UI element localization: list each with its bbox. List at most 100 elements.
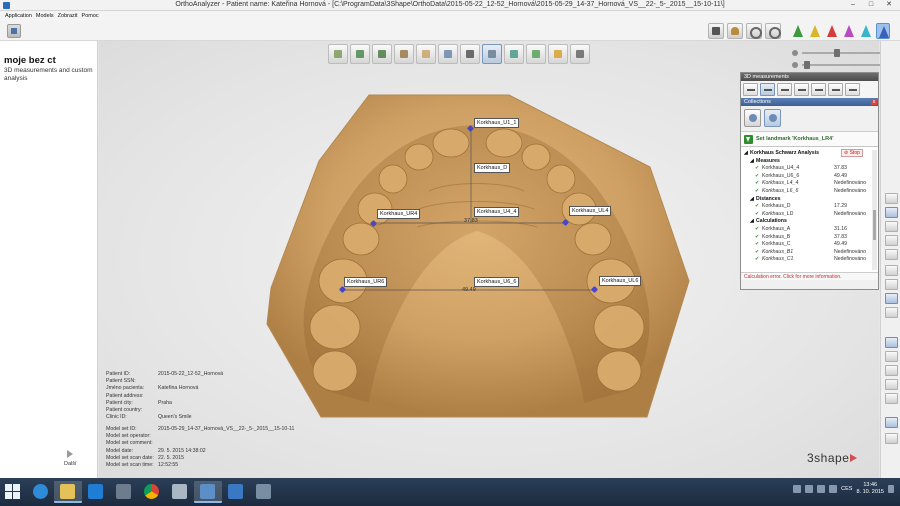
tree-item[interactable]: ✔ Korkhaus_B1 Nedefinováno [741, 249, 878, 257]
minimize-button[interactable]: – [844, 0, 862, 10]
green-color-icon[interactable] [791, 23, 805, 39]
group-calculations[interactable]: ◢ Calculations [741, 218, 878, 226]
rotate-view-icon[interactable] [746, 23, 762, 39]
show-landmarks-icon[interactable] [885, 337, 898, 348]
menu-application[interactable]: Application [3, 11, 34, 21]
tray-flag-icon[interactable] [805, 485, 814, 493]
show-labels-icon[interactable] [885, 365, 898, 376]
set-landmark-row[interactable]: Set landmark 'Korkhaus_LR4' [741, 132, 878, 147]
3d-measure-tool-icon[interactable] [482, 44, 502, 64]
reset-view-icon[interactable] [765, 23, 781, 39]
taskbar-network[interactable] [250, 481, 278, 503]
stop-button[interactable]: Stop [841, 149, 863, 157]
calculation-error-link[interactable]: Calculation error. Click for more inform… [741, 272, 878, 280]
tree-item[interactable]: ✔ Korkhaus_C1 Nedefinováno [741, 256, 878, 264]
taskbar-teamviewer[interactable] [82, 481, 110, 503]
next-button[interactable]: Další [64, 450, 77, 467]
angle-measure-icon[interactable] [743, 83, 758, 96]
angle-tool-icon[interactable] [460, 44, 480, 64]
point-distance-icon[interactable] [794, 83, 809, 96]
both-jaws-icon[interactable] [885, 293, 898, 304]
tree-item[interactable]: ✔ Korkhaus_B 37.83 [741, 234, 878, 242]
close-button[interactable]: ✕ [880, 0, 898, 10]
model-box-icon[interactable] [708, 23, 724, 39]
windows-start-icon[interactable] [5, 484, 21, 500]
menu-models[interactable]: Models [34, 11, 56, 21]
tree-item[interactable]: ✔ Korkhaus_C 49.49 [741, 241, 878, 249]
show-info-icon[interactable] [885, 393, 898, 404]
distance-measure-icon[interactable] [777, 83, 792, 96]
tray-volume-icon[interactable] [829, 485, 838, 493]
tooth-view-icon[interactable] [727, 23, 743, 39]
view-bottom-icon[interactable] [885, 249, 898, 260]
ruler-tool-icon[interactable] [438, 44, 458, 64]
taskbar-explorer[interactable] [54, 481, 82, 503]
group-measures[interactable]: ◢ Measures [741, 158, 878, 166]
custom-measure-icon[interactable] [845, 83, 860, 96]
menu-view[interactable]: Zobrazit [56, 11, 80, 21]
collections-close-icon[interactable]: x [871, 99, 877, 105]
upper-jaw-icon[interactable] [885, 265, 898, 276]
view-left-icon[interactable] [885, 221, 898, 232]
landmark-label[interactable]: Korkhaus_UR4 [377, 209, 421, 219]
tree-item[interactable]: ✔ Korkhaus_L4_4 Nedefinováno [741, 180, 878, 188]
location-tool-icon[interactable] [548, 44, 568, 64]
taskbar-camera[interactable] [110, 481, 138, 503]
view-top-icon[interactable] [885, 207, 898, 218]
tray-language[interactable]: CES [841, 486, 852, 492]
cyan-color-icon[interactable] [859, 23, 873, 39]
menu-help[interactable]: Pomoc [80, 11, 101, 21]
collection-person-icon[interactable] [744, 109, 761, 127]
tree-item[interactable]: ✔ Korkhaus_D 17.29 [741, 203, 878, 211]
occlusion-view-icon[interactable] [885, 307, 898, 318]
landmarks-tool-icon[interactable] [328, 44, 348, 64]
landmark-label[interactable]: Korkhaus_D [474, 163, 511, 173]
tree-item[interactable]: ✔ Korkhaus_U6_6 49.49 [741, 173, 878, 181]
analysis-measure-icon[interactable] [760, 83, 775, 96]
tooth-width-tool-icon[interactable] [394, 44, 414, 64]
landmark-label[interactable]: Korkhaus_UL4 [569, 206, 612, 216]
plane-distance-icon[interactable] [811, 83, 826, 96]
taskbar-chrome[interactable] [138, 481, 166, 503]
yellow-color-icon[interactable] [808, 23, 822, 39]
tree-item[interactable]: ✔ Korkhaus_LD Nedefinováno [741, 211, 878, 219]
tree-item[interactable]: ✔ Korkhaus_A 31.16 [741, 226, 878, 234]
line-distance-icon[interactable] [828, 83, 843, 96]
tree-item[interactable]: ✔ Korkhaus_L6_6 Nedefinováno [741, 188, 878, 196]
collection-model-icon[interactable] [764, 109, 781, 127]
landmark-label[interactable]: Korkhaus_UL6 [599, 276, 642, 286]
taskbar-app[interactable] [166, 481, 194, 503]
view-front-icon[interactable] [885, 193, 898, 204]
landmark-label[interactable]: Korkhaus_UR6 [344, 277, 388, 287]
space-analysis-tool-icon[interactable] [504, 44, 524, 64]
pan-icon[interactable] [885, 433, 898, 444]
blue-color-icon[interactable] [876, 23, 890, 39]
opacity-slider[interactable] [790, 47, 890, 59]
tray-up-arrow-icon[interactable] [793, 485, 802, 493]
tray-clock[interactable]: 13:46 8. 10. 2015 [856, 482, 884, 496]
tree-scrollbar[interactable] [872, 150, 877, 270]
maximize-button[interactable]: □ [862, 0, 880, 10]
tooth-tool-icon[interactable] [416, 44, 436, 64]
purple-color-icon[interactable] [842, 23, 856, 39]
arch-form-tool-icon[interactable] [526, 44, 546, 64]
lower-jaw-icon[interactable] [885, 279, 898, 290]
occlusion-tool-icon[interactable] [372, 44, 392, 64]
save-icon[interactable] [7, 24, 21, 38]
axes-tool-icon[interactable] [350, 44, 370, 64]
taskbar-ie[interactable] [27, 481, 55, 503]
taskbar-remote[interactable] [222, 481, 250, 503]
print-icon[interactable] [570, 44, 590, 64]
view-right-icon[interactable] [885, 235, 898, 246]
tree-item[interactable]: ✔ Korkhaus_U4_4 37.83 [741, 165, 878, 173]
zoom-fit-icon[interactable] [885, 417, 898, 428]
red-color-icon[interactable] [825, 23, 839, 39]
taskbar-orthoanalyzer[interactable] [194, 481, 222, 503]
show-measurements-icon[interactable] [885, 351, 898, 362]
landmark-label[interactable]: Korkhaus_U6_6 [474, 277, 520, 287]
show-grid-icon[interactable] [885, 379, 898, 390]
tray-network-icon[interactable] [817, 485, 826, 493]
landmark-label[interactable]: Korkhaus_U4_4 [474, 207, 520, 217]
notifications-icon[interactable] [888, 485, 894, 493]
group-distances[interactable]: ◢ Distances [741, 196, 878, 204]
